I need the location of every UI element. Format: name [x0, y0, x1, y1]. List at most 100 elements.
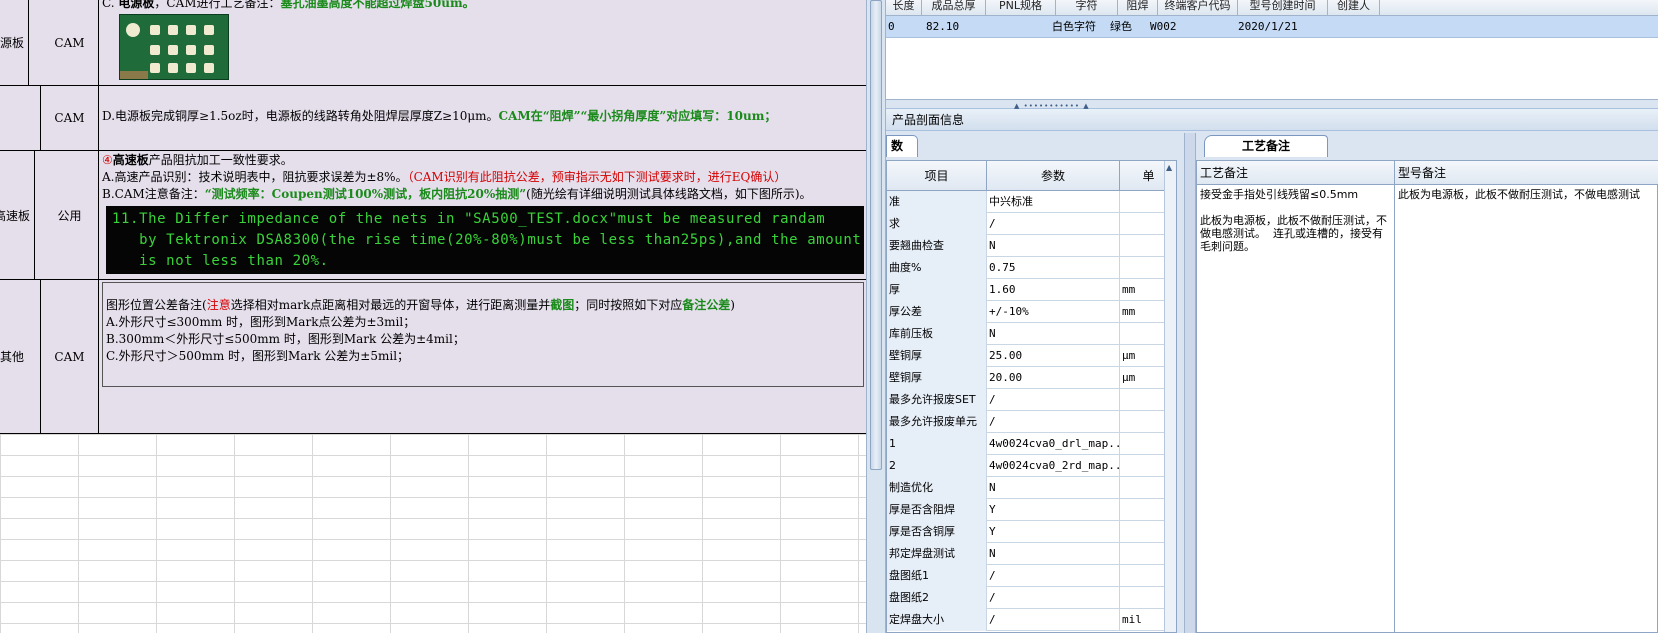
param-value[interactable]: Y — [987, 499, 1120, 521]
tab-process-notes[interactable]: 工艺备注 — [1204, 135, 1328, 157]
table-row[interactable]: 高速板 公用 ④高速板产品阻抗加工一致性要求。 A.高速产品识别：技术说明表中，… — [0, 151, 866, 280]
column-header[interactable]: 长度 — [886, 0, 922, 16]
column-header[interactable]: 终端客户代码 — [1158, 0, 1238, 16]
param-name[interactable]: 盘图纸1 — [887, 565, 987, 587]
table-row[interactable]: CAM D.电源板完成铜厚≥1.5oz时，电源板的线路转角处阻焊层厚度Z≥10μ… — [0, 86, 866, 151]
param-row[interactable]: 库前压板 N — [887, 323, 1176, 345]
param-value[interactable]: / — [987, 411, 1120, 433]
param-name[interactable]: 曲度% — [887, 257, 987, 279]
param-name[interactable]: 厚是否含铜厚 — [887, 521, 987, 543]
param-value[interactable]: / — [987, 565, 1120, 587]
param-name[interactable]: 制造优化 — [887, 477, 987, 499]
param-name[interactable]: 壁铜厚 — [887, 345, 987, 367]
param-value[interactable]: / — [987, 389, 1120, 411]
params-scrollbar[interactable]: ▲ — [1164, 161, 1176, 632]
column-header[interactable]: 阻焊 — [1118, 0, 1158, 16]
requirement-cell[interactable]: ④高速板产品阻抗加工一致性要求。 A.高速产品识别：技术说明表中，阻抗要求误差为… — [99, 151, 866, 279]
param-row[interactable]: 盘图纸1/ — [887, 565, 1176, 587]
horizontal-splitter[interactable]: ▲ ••••••••••• ▲ — [886, 101, 1658, 110]
param-row[interactable]: 制造优化 N — [887, 477, 1176, 499]
column-header[interactable]: 创建人 — [1328, 0, 1380, 16]
cell[interactable]: 82.10 — [926, 16, 959, 38]
sheet-scrollbar[interactable] — [866, 0, 886, 633]
scrollbar-thumb[interactable] — [870, 0, 882, 470]
param-value[interactable]: 0.75 — [987, 257, 1120, 279]
param-name[interactable]: 准 — [887, 191, 987, 213]
table-row[interactable]: 电源板 CAM C. 电源板，CAM进行工艺备注：塞孔油墨高度不能超过焊盘50u… — [0, 0, 866, 86]
param-row[interactable]: 要翘曲检查 N — [887, 235, 1176, 257]
param-row[interactable]: 最多允许报废单元 / — [887, 411, 1176, 433]
param-value[interactable]: 中兴标准 — [987, 191, 1120, 213]
param-value[interactable]: / — [987, 609, 1120, 631]
column-header[interactable]: 字符 — [1056, 0, 1118, 16]
requirement-cell[interactable]: C. 电源板，CAM进行工艺备注：塞孔油墨高度不能超过焊盘50um。 — [99, 0, 866, 85]
dept-cell[interactable]: CAM — [41, 280, 99, 433]
param-name[interactable]: 邦定焊盘测试 — [887, 543, 987, 565]
param-name[interactable]: 最多允许报废单元 — [887, 411, 987, 433]
param-value[interactable]: / — [987, 587, 1120, 609]
param-value[interactable]: 20.00 — [987, 367, 1120, 389]
dept-cell[interactable]: CAM — [41, 0, 99, 85]
column-header[interactable]: 成品总厚 — [922, 0, 986, 16]
param-name[interactable]: 库前压板 — [887, 323, 987, 345]
column-header[interactable]: 型号备注 — [1395, 161, 1658, 185]
param-row[interactable]: 最多允许报废SET / — [887, 389, 1176, 411]
param-row[interactable]: 定焊盘大小 / mil — [887, 609, 1176, 631]
param-row[interactable]: 1 4w0024cva0_drl_map... — [887, 433, 1176, 455]
table-row[interactable]: 其他 CAM 图形位置公差备注(注意选择相对mark点距离相对最远的开窗导体，进… — [0, 280, 866, 434]
param-value[interactable]: +/-10% — [987, 301, 1120, 323]
vertical-splitter[interactable] — [1184, 133, 1196, 633]
param-name[interactable]: 要翘曲检查 — [887, 235, 987, 257]
param-value[interactable]: N — [987, 543, 1120, 565]
param-name[interactable]: 厚 — [887, 279, 987, 301]
param-row[interactable]: 厚公差 +/-10% mm — [887, 301, 1176, 323]
param-name[interactable]: 盘图纸2 — [887, 587, 987, 609]
param-row[interactable]: 求 / — [887, 213, 1176, 235]
param-value[interactable]: Y — [987, 521, 1120, 543]
param-value[interactable]: N — [987, 477, 1120, 499]
cell[interactable]: W002 — [1150, 16, 1177, 38]
param-row[interactable]: 壁铜厚 20.00 μm — [887, 367, 1176, 389]
param-name[interactable]: 求 — [887, 213, 987, 235]
model-note-text[interactable]: 此板为电源板，此板不做耐压测试，不做电感测试 — [1395, 185, 1658, 632]
param-name[interactable]: 定焊盘大小 — [887, 609, 987, 631]
param-row[interactable]: 厚 1.60 mm — [887, 279, 1176, 301]
category-cell[interactable]: 高速板 — [0, 151, 35, 279]
param-name[interactable]: 厚是否含阻焊 — [887, 499, 987, 521]
param-row[interactable]: 2 4w0024cva0_2rd_map... — [887, 455, 1176, 477]
param-value[interactable]: N — [987, 323, 1120, 345]
cell[interactable]: 0 — [888, 16, 895, 38]
column-header[interactable]: 参数 — [987, 161, 1120, 191]
category-cell[interactable]: 其他 — [0, 280, 41, 433]
pcb-photo[interactable] — [119, 14, 229, 80]
column-header[interactable]: 型号创建时间 — [1238, 0, 1328, 16]
category-cell[interactable]: 电源板 — [0, 0, 29, 85]
dept-cell[interactable]: CAM — [41, 86, 99, 150]
column-header[interactable]: 工艺备注 — [1197, 161, 1395, 185]
param-value[interactable]: 4w0024cva0_drl_map... — [987, 433, 1120, 455]
param-value[interactable]: 4w0024cva0_2rd_map... — [987, 455, 1120, 477]
param-row[interactable]: 壁铜厚 25.00 μm — [887, 345, 1176, 367]
dept-cell[interactable]: 公用 — [41, 151, 99, 279]
requirement-cell[interactable]: D.电源板完成铜厚≥1.5oz时，电源板的线路转角处阻焊层厚度Z≥10μm。CA… — [99, 86, 866, 150]
category-cell[interactable] — [0, 86, 41, 150]
param-row[interactable]: 厚是否含阻焊 Y — [887, 499, 1176, 521]
scroll-up-icon[interactable]: ▲ — [1166, 163, 1172, 172]
cell[interactable]: 白色字符 — [1052, 16, 1096, 38]
param-row[interactable]: 盘图纸2/ — [887, 587, 1176, 609]
process-note-text[interactable]: 接受金手指处引线残留≤0.5mm 此板为电源板，此板不做耐压测试，不做电感测试。… — [1197, 185, 1395, 632]
requirement-cell[interactable]: 图形位置公差备注(注意选择相对mark点距离相对最远的开窗导体，进行距离测量并截… — [99, 280, 866, 433]
column-header[interactable]: PNL规格 — [986, 0, 1056, 16]
param-name[interactable]: 2 — [887, 455, 987, 477]
cell[interactable]: 绿色 — [1110, 16, 1132, 38]
param-name[interactable]: 最多允许报废SET — [887, 389, 987, 411]
param-value[interactable]: N — [987, 235, 1120, 257]
cell[interactable]: 2020/1/21 — [1238, 16, 1298, 38]
param-name[interactable]: 壁铜厚 — [887, 367, 987, 389]
param-value[interactable]: / — [987, 213, 1120, 235]
column-header[interactable]: 项目 — [887, 161, 987, 191]
param-row[interactable]: 厚是否含铜厚 Y — [887, 521, 1176, 543]
param-row[interactable]: 邦定焊盘测试 N — [887, 543, 1176, 565]
param-name[interactable]: 1 — [887, 433, 987, 455]
param-value[interactable]: 1.60 — [987, 279, 1120, 301]
